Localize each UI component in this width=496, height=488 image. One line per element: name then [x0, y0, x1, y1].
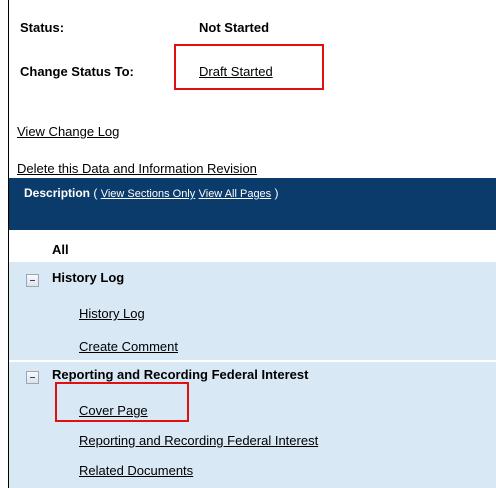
page-link-reporting-recording[interactable]: Reporting and Recording Federal Interest: [79, 433, 318, 448]
page-link-related-documents[interactable]: Related Documents: [79, 463, 193, 478]
view-sections-only-link[interactable]: View Sections Only: [101, 188, 196, 200]
description-title: Description: [24, 186, 91, 200]
page-link-create-comment[interactable]: Create Comment: [79, 339, 178, 354]
status-value: Not Started: [199, 20, 270, 35]
tree-row-all: All: [9, 230, 496, 260]
view-change-log-link[interactable]: View Change Log: [17, 124, 119, 139]
description-header: Description ( View Sections Only View Al…: [9, 178, 496, 230]
tree-all-label: All: [52, 242, 69, 257]
highlight-box-cover-page: [55, 382, 189, 422]
section-label-history-log: History Log: [52, 270, 125, 285]
tree-section-history-log: History Log History Log Create Comment: [9, 262, 496, 360]
close-paren: ): [271, 186, 279, 200]
open-paren: (: [90, 186, 101, 200]
view-all-pages-link[interactable]: View All Pages: [199, 188, 272, 200]
delete-revision-link[interactable]: Delete this Data and Information Revisio…: [17, 161, 257, 176]
highlight-box-draft-started: [174, 44, 324, 90]
collapse-icon[interactable]: [26, 371, 39, 384]
status-label: Status:: [20, 20, 65, 35]
section-label-reporting: Reporting and Recording Federal Interest: [52, 367, 309, 382]
collapse-icon[interactable]: [26, 274, 39, 287]
change-status-label: Change Status To:: [20, 64, 134, 79]
page-link-history-log[interactable]: History Log: [79, 306, 145, 321]
tree-row-related-documents: Related Documents: [9, 457, 496, 488]
